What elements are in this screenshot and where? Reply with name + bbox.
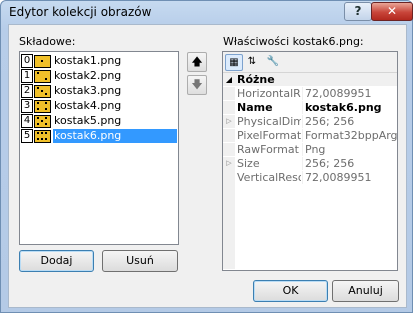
expand-icon[interactable]: ▷ [223, 157, 235, 170]
property-row[interactable]: VerticalResolutio 72,0089951 [223, 171, 397, 184]
property-name: Size [237, 157, 260, 170]
item-name: kostak6.png [53, 129, 177, 143]
window-title: Edytor kolekcji obrazów [9, 5, 152, 19]
dialog-window: Edytor kolekcji obrazów ? ✕ Składowe: 0 k… [0, 0, 413, 313]
dice-thumbnail-icon [34, 55, 51, 68]
property-grid-gutter [223, 170, 235, 269]
move-down-button[interactable]: 🡇 [187, 75, 207, 95]
item-name: kostak1.png [54, 54, 122, 67]
row-gutter [223, 101, 235, 114]
title-bar[interactable]: Edytor kolekcji obrazów ? ✕ [1, 1, 413, 23]
item-name: kostak4.png [54, 99, 122, 112]
collapse-icon[interactable]: ◢ [223, 73, 235, 86]
dice-thumbnail-icon [34, 70, 51, 83]
members-listbox[interactable]: 0 kostak1.png 1 kostak2.png 2 kostak3.png 3 kos… [19, 51, 179, 245]
alphabetical-icon[interactable]: ⇅ [244, 54, 260, 69]
ok-button[interactable]: OK [253, 280, 328, 302]
move-up-button[interactable]: 🡅 [187, 52, 207, 72]
item-index: 0 [21, 54, 33, 68]
close-button[interactable]: ✕ [371, 2, 413, 21]
row-gutter [223, 143, 235, 156]
item-index: 5 [21, 129, 33, 143]
dice-thumbnail-icon [34, 85, 51, 98]
property-name: Name [237, 101, 273, 114]
item-name: kostak3.png [54, 84, 122, 97]
expand-icon[interactable]: ▷ [223, 115, 235, 128]
help-button[interactable]: ? [344, 2, 372, 21]
row-gutter [223, 87, 235, 100]
dialog-client-area: Składowe: 0 kostak1.png 1 kostak2.png 2 kosta… [8, 24, 407, 308]
down-arrow-icon: 🡇 [191, 78, 203, 91]
property-pages-icon[interactable]: 🔧 [265, 54, 281, 69]
dice-thumbnail-icon [34, 130, 51, 143]
row-gutter [223, 129, 235, 142]
property-row[interactable]: Name kostak6.png [223, 101, 397, 114]
property-value[interactable]: Png [305, 143, 397, 156]
dice-thumbnail-icon [34, 115, 51, 128]
property-name: VerticalResolutio [237, 171, 301, 184]
item-index: 1 [21, 69, 33, 83]
cancel-button[interactable]: Anuluj [332, 280, 399, 302]
item-index: 4 [21, 114, 33, 128]
item-index: 2 [21, 84, 33, 98]
category-row[interactable]: ◢ Różne [223, 73, 397, 86]
column-separator [302, 143, 303, 156]
property-name: PixelFormat [237, 129, 301, 142]
column-separator [302, 115, 303, 128]
property-name: RawFormat [237, 143, 299, 156]
property-row[interactable]: ▷PhysicalDimens 256; 256 [223, 115, 397, 128]
column-separator [302, 101, 303, 114]
members-label: Składowe: [19, 35, 76, 48]
column-separator [302, 129, 303, 142]
category-label: Różne [237, 73, 275, 86]
property-value[interactable]: 256; 256 [305, 115, 397, 128]
column-separator [302, 87, 303, 100]
property-row[interactable]: PixelFormat Format32bppArgb [223, 129, 397, 142]
property-row[interactable]: HorizontalResol 72,0089951 [223, 87, 397, 100]
up-arrow-icon: 🡅 [191, 55, 203, 68]
list-item[interactable]: 1 kostak2.png [20, 69, 178, 83]
properties-label: Właściwości kostak6.png: [223, 35, 364, 48]
categorized-icon[interactable]: ▦ [225, 54, 243, 71]
item-name: kostak2.png [54, 69, 122, 82]
add-button[interactable]: Dodaj [19, 250, 94, 272]
property-grid-toolbar: ▦ ⇅ 🔧 [223, 52, 397, 73]
property-row[interactable]: RawFormat Png [223, 143, 397, 156]
list-item[interactable]: 5 kostak6.png [20, 129, 178, 143]
list-item[interactable]: 0 kostak1.png [20, 54, 178, 68]
property-grid[interactable]: ▦ ⇅ 🔧 ◢ Różne HorizontalResol72,0089951N… [222, 51, 398, 271]
list-item[interactable]: 4 kostak5.png [20, 114, 178, 128]
property-value[interactable]: 256; 256 [305, 157, 397, 170]
property-row[interactable]: ▷ Size 256; 256 [223, 157, 397, 170]
column-separator [302, 157, 303, 170]
item-index: 3 [21, 99, 33, 113]
property-value[interactable]: Format32bppArgb [305, 129, 397, 142]
item-name: kostak5.png [54, 114, 122, 127]
dice-thumbnail-icon [34, 100, 51, 113]
remove-button[interactable]: Usuń [102, 250, 178, 272]
property-name: HorizontalResol [237, 87, 301, 100]
property-name: PhysicalDimens [237, 115, 301, 128]
property-value[interactable]: kostak6.png [305, 101, 397, 114]
column-separator [302, 171, 303, 184]
property-value[interactable]: 72,0089951 [305, 171, 397, 184]
list-item[interactable]: 3 kostak4.png [20, 99, 178, 113]
list-item[interactable]: 2 kostak3.png [20, 84, 178, 98]
property-value[interactable]: 72,0089951 [305, 87, 397, 100]
